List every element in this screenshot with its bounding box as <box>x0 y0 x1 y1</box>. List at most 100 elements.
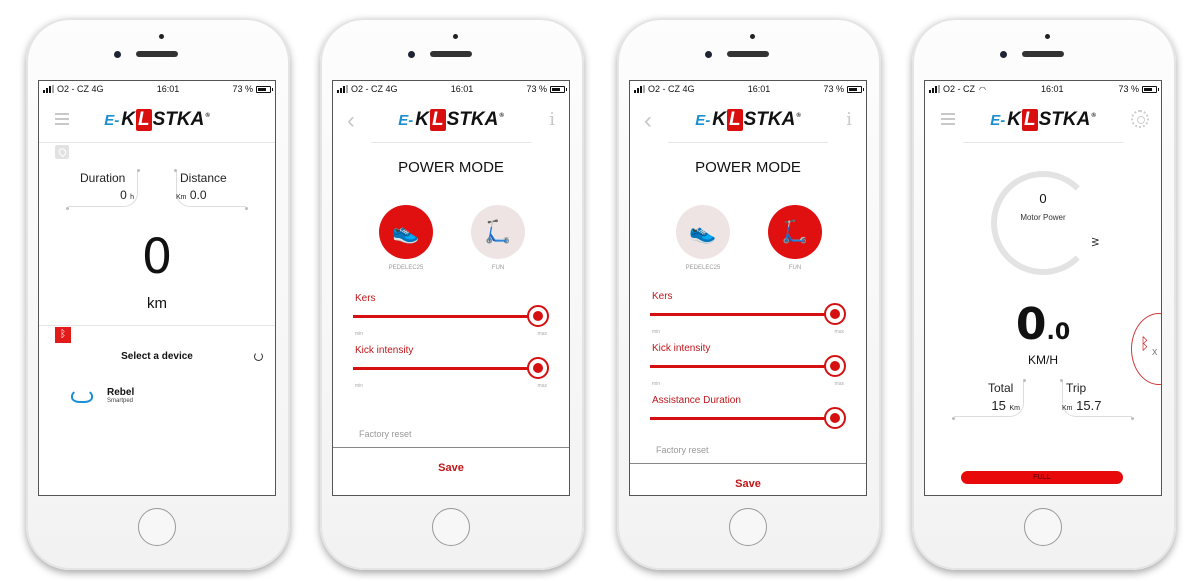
total-value: 15 Km <box>991 398 1020 413</box>
stats-panel: Duration 0 h Distance Km 0.0 <box>39 169 275 210</box>
app-header: E- K L STKA ® <box>925 97 1161 143</box>
trip-stats-panel: Total 15 Km Trip Km 15.7 <box>925 379 1161 420</box>
select-device-label: Select a device <box>121 351 193 362</box>
home-screen: O2 - CZ 4G 16:01 73 % E- K L STKA ® Duration… <box>38 80 276 496</box>
battery-icon <box>550 85 567 93</box>
battery-status-bar: FULL <box>961 471 1123 484</box>
motor-power-label: Motor Power <box>1020 213 1066 222</box>
shoe-icon: 👟 <box>676 205 730 259</box>
earpiece-speaker <box>136 51 178 57</box>
scooter-icon: 🛴 <box>471 205 525 259</box>
speed-readout: 0.0 <box>1015 299 1071 350</box>
distance-value: Km 0.0 <box>176 188 207 202</box>
kers-label: Kers <box>355 293 376 304</box>
logo: E- K L STKA ® <box>695 109 801 131</box>
status-bar: O2 - CZ 4G 16:01 73 % <box>39 81 275 97</box>
info-icon[interactable]: i <box>846 109 852 130</box>
proximity-sensor <box>159 34 164 39</box>
menu-icon[interactable] <box>55 113 69 125</box>
mode-fun[interactable]: 🛴 FUN <box>768 205 822 271</box>
power-mode-screen: O2 - CZ 4G 16:01 73 % ‹ E- K L STKA ® i POWE… <box>629 80 867 496</box>
proximity-sensor <box>453 34 458 39</box>
power-mode-screen: O2 - CZ 4G 16:01 73 % ‹ E- K L STKA ® i POWE… <box>332 80 570 496</box>
slider-thumb[interactable] <box>527 357 549 379</box>
app-header: ‹ E- K L STKA ® i <box>630 97 866 143</box>
page-title: POWER MODE <box>695 159 801 176</box>
assistance-duration-slider[interactable] <box>650 407 846 429</box>
proximity-sensor <box>750 34 755 39</box>
back-arrow-icon[interactable]: ‹ <box>347 107 355 135</box>
wifi-icon: ◠ <box>979 84 986 94</box>
logo: E- K L STKA ® <box>990 109 1096 131</box>
save-button[interactable]: Save <box>630 463 866 495</box>
battery-icon <box>256 85 273 93</box>
battery-percent: 73 % <box>1118 84 1139 94</box>
phone-4: O2 - CZ ◠ 16:01 73 % E- K L STKA ® 0 Motor Po… <box>912 18 1176 570</box>
info-icon[interactable]: i <box>549 109 555 130</box>
total-stat: Total 15 Km <box>952 379 1034 420</box>
home-button[interactable] <box>729 508 767 546</box>
scooter-icon: 🛴 <box>768 205 822 259</box>
speed-unit: KM/H <box>1028 353 1058 367</box>
distance-label: Distance <box>180 171 227 185</box>
proximity-sensor <box>1045 34 1050 39</box>
total-label: Total <box>988 381 1014 395</box>
clock: 16:01 <box>1040 84 1064 94</box>
device-name: Rebel <box>107 387 135 398</box>
battery-percent: 73 % <box>526 84 547 94</box>
mode-pedelec25[interactable]: 👟 PEDELEC25 <box>676 205 730 271</box>
slider-thumb[interactable] <box>527 305 549 327</box>
save-button[interactable]: Save <box>333 447 569 487</box>
kick-intensity-slider[interactable] <box>650 355 846 377</box>
menu-icon[interactable] <box>941 113 955 125</box>
phone-1: O2 - CZ 4G 16:01 73 % E- K L STKA ® Duration… <box>26 18 290 570</box>
kick-intensity-label: Kick intensity <box>652 343 711 354</box>
status-bar: O2 - CZ 4G 16:01 73 % <box>333 81 569 97</box>
app-header: ‹ E- K L STKA ® i <box>333 97 569 143</box>
back-arrow-icon[interactable]: ‹ <box>644 107 652 135</box>
odometer-unit: km <box>147 295 167 312</box>
kick-intensity-label: Kick intensity <box>355 345 414 356</box>
home-button[interactable] <box>1024 508 1062 546</box>
earpiece-speaker <box>430 51 472 57</box>
device-list-item[interactable]: Rebel Smartped <box>71 387 134 404</box>
signal-icon <box>337 85 348 93</box>
bluetooth-icon: ᛒ <box>1140 336 1150 353</box>
home-button[interactable] <box>138 508 176 546</box>
bluetooth-icon[interactable]: ᛒ <box>55 327 71 343</box>
carrier: O2 - CZ <box>943 84 976 94</box>
battery-icon <box>1141 85 1159 93</box>
duration-label: Duration <box>80 171 126 185</box>
location-icon[interactable] <box>55 145 69 159</box>
home-button[interactable] <box>432 508 470 546</box>
mode-pedelec25[interactable]: 👟 PEDELEC25 <box>379 205 433 271</box>
battery-percent: 73 % <box>823 84 844 94</box>
phone-2: O2 - CZ 4G 16:01 73 % ‹ E- K L STKA ® i POWE… <box>320 18 584 570</box>
clock: 16:01 <box>747 84 771 94</box>
kers-slider[interactable] <box>353 305 549 327</box>
distance-stat: Distance Km 0.0 <box>166 169 248 210</box>
motor-power-value: 0 <box>1039 191 1047 206</box>
page-title: POWER MODE <box>398 159 504 176</box>
slider-thumb[interactable] <box>824 355 846 377</box>
clock: 16:01 <box>156 84 180 94</box>
duration-value: 0 h <box>120 188 134 202</box>
odometer-value: 0 <box>141 229 173 285</box>
earpiece-speaker <box>727 51 769 57</box>
phone-3: O2 - CZ 4G 16:01 73 % ‹ E- K L STKA ® i POWE… <box>617 18 881 570</box>
slider-thumb[interactable] <box>824 303 846 325</box>
kick-intensity-slider[interactable] <box>353 357 549 379</box>
mode-fun[interactable]: 🛴 FUN <box>471 205 525 271</box>
carrier: O2 - CZ 4G <box>57 84 104 94</box>
app-header: E- K L STKA ® <box>39 97 275 143</box>
factory-reset-link[interactable]: Factory reset <box>656 445 709 455</box>
settings-gear-icon[interactable] <box>1131 110 1149 128</box>
earpiece-speaker <box>1022 51 1064 57</box>
factory-reset-link[interactable]: Factory reset <box>359 429 412 439</box>
slider-thumb[interactable] <box>824 407 846 429</box>
carrier: O2 - CZ 4G <box>351 84 398 94</box>
device-type: Smartped <box>107 398 134 404</box>
motor-power-unit: W <box>1090 237 1101 247</box>
kers-slider[interactable] <box>650 303 846 325</box>
front-camera <box>705 51 712 58</box>
